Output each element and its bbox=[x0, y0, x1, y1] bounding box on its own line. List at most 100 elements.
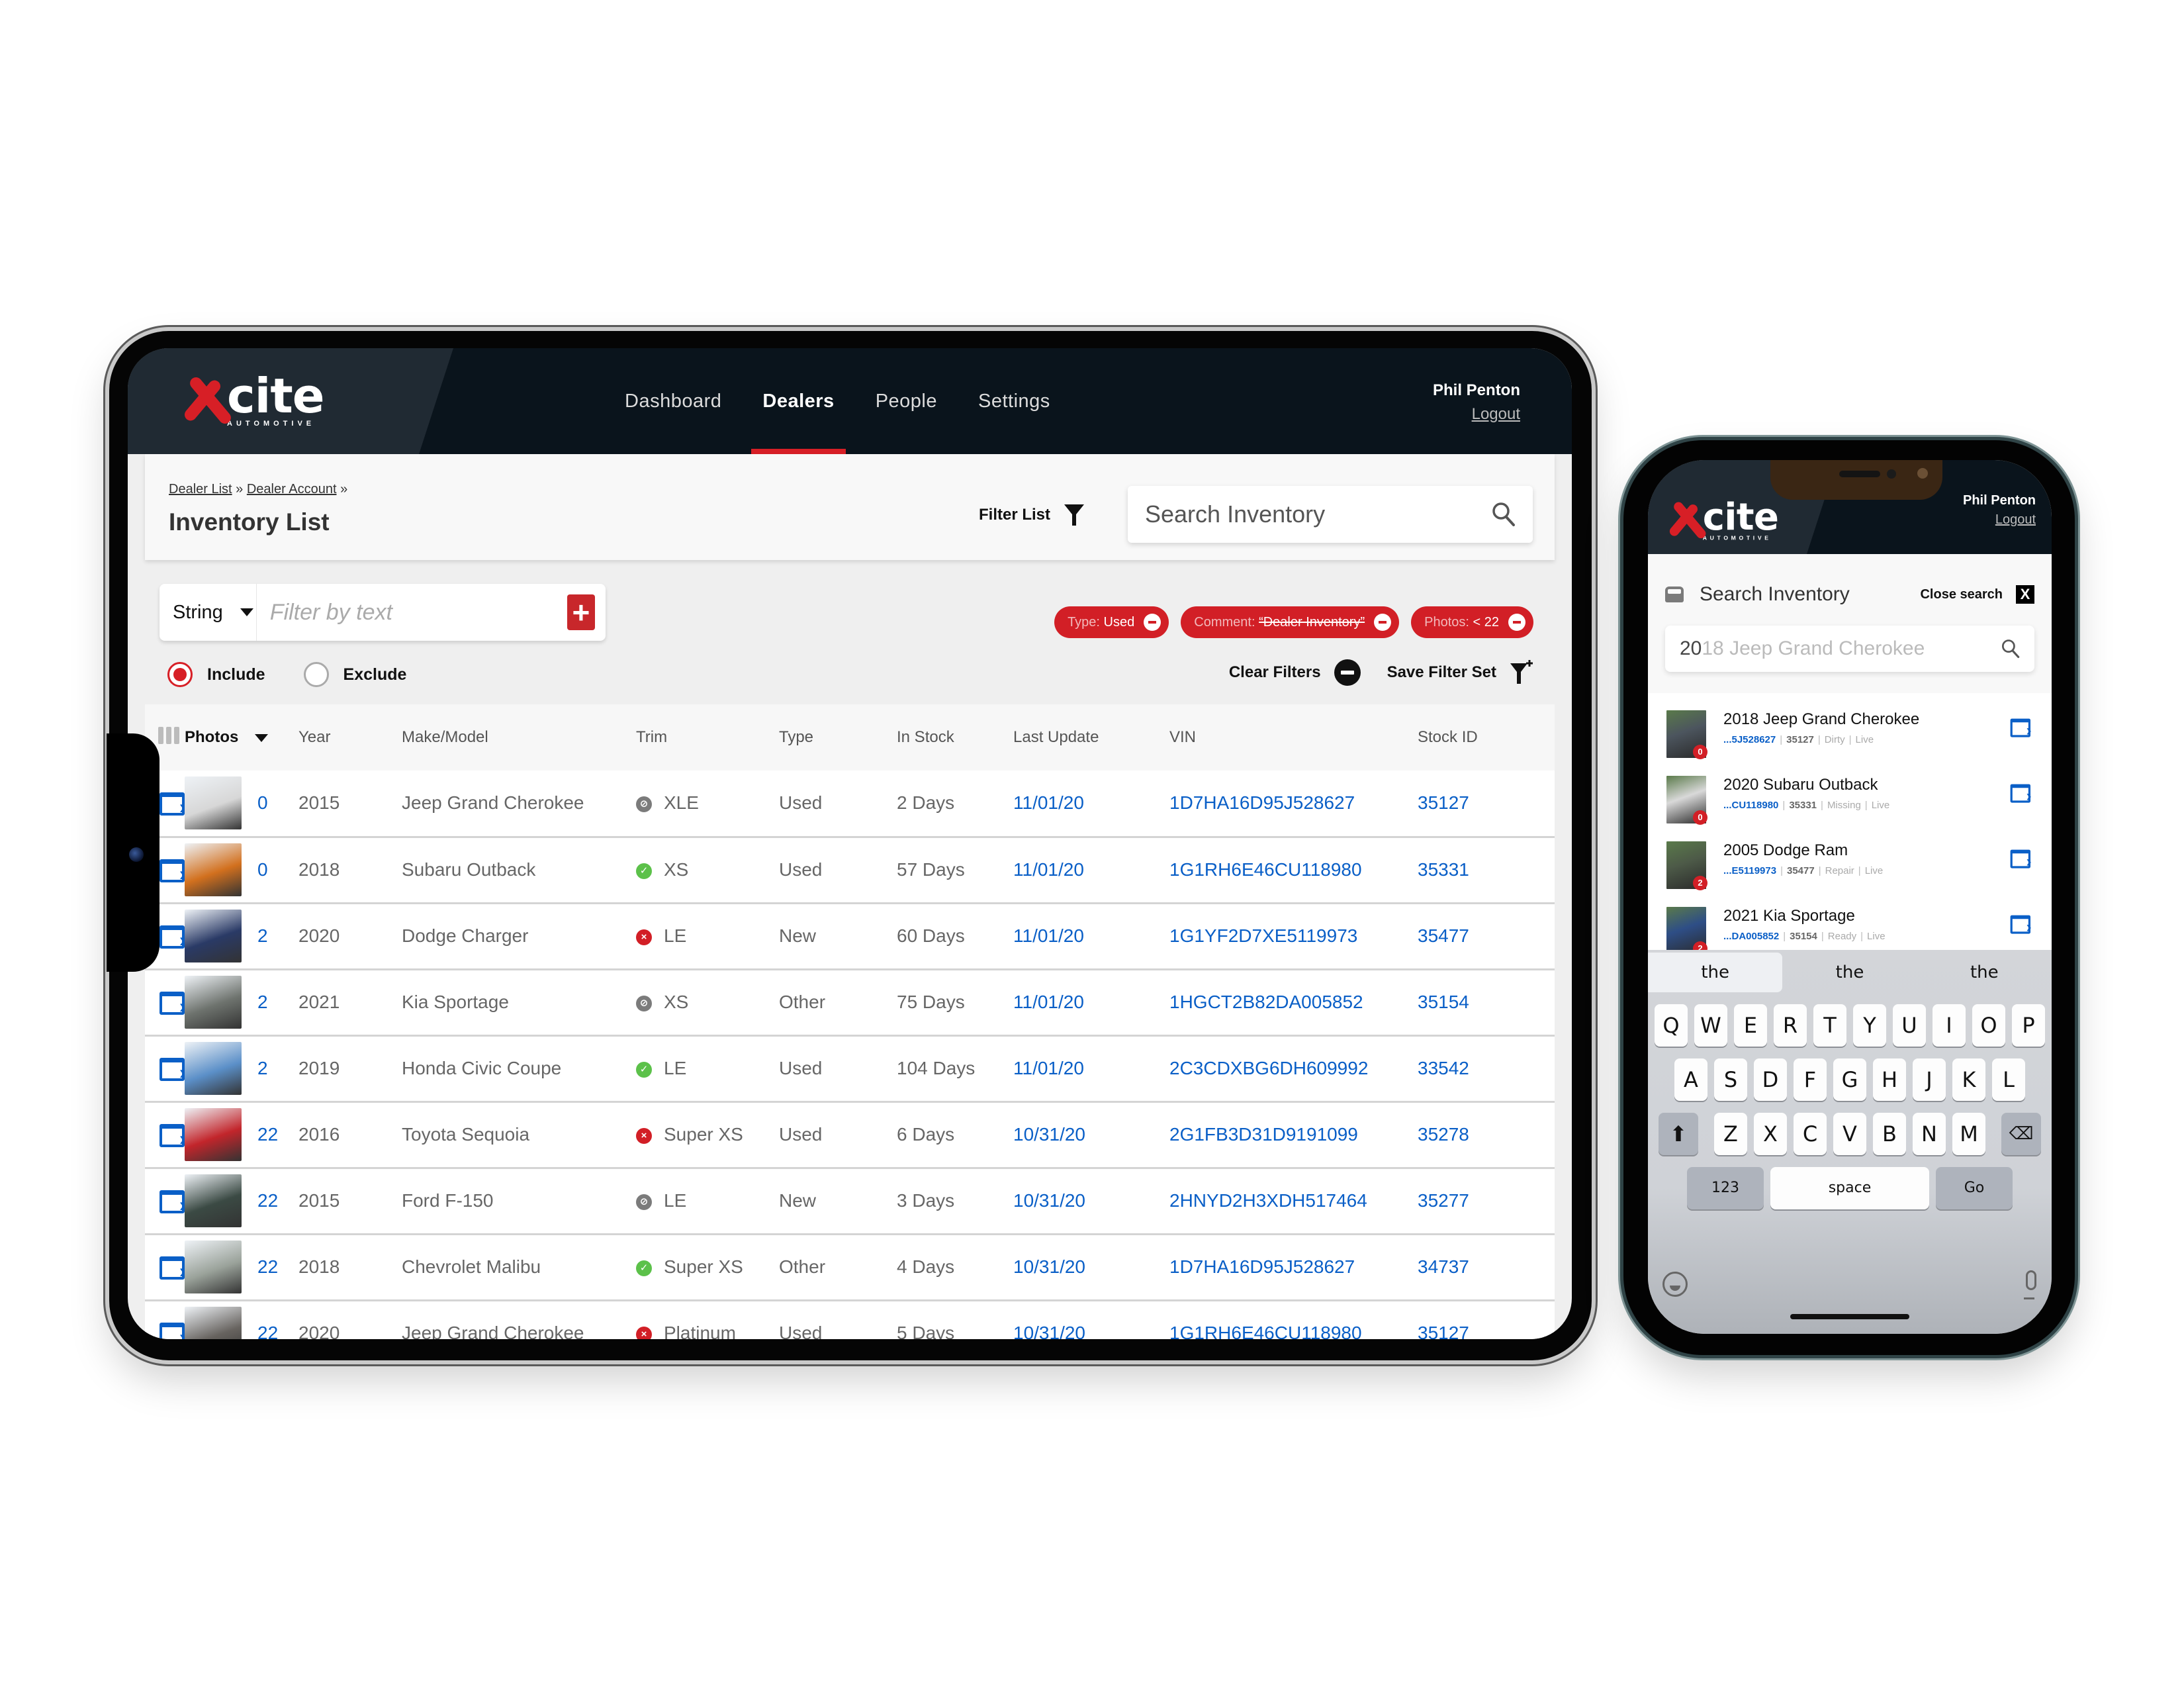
cell-stock-id[interactable]: 34737 bbox=[1418, 1234, 1555, 1300]
table-row[interactable]: 0 2015 Jeep Grand Cherokee ⊘XLE Used 2 D… bbox=[145, 771, 1555, 837]
cell-last-update[interactable]: 11/01/20 bbox=[1013, 969, 1169, 1035]
include-radio[interactable]: Include bbox=[167, 662, 265, 687]
photo-count[interactable]: 0 bbox=[257, 771, 298, 837]
cell-stock-id[interactable]: 35278 bbox=[1418, 1102, 1555, 1168]
key-l[interactable]: L bbox=[1992, 1058, 2025, 1101]
key-m[interactable]: M bbox=[1952, 1113, 1985, 1155]
cell-vin[interactable]: 1G1RH6E46CU118980 bbox=[1169, 837, 1418, 903]
key-s[interactable]: S bbox=[1714, 1058, 1747, 1101]
key-y[interactable]: Y bbox=[1853, 1004, 1886, 1047]
columns-toggle-icon[interactable] bbox=[158, 726, 179, 744]
photo-count[interactable]: 2 bbox=[257, 903, 298, 969]
cell-last-update[interactable]: 10/31/20 bbox=[1013, 1168, 1169, 1234]
key-g[interactable]: G bbox=[1833, 1058, 1866, 1101]
col-make-model[interactable]: Make/Model bbox=[402, 704, 636, 771]
nav-dealers[interactable]: Dealers bbox=[742, 348, 854, 454]
add-filter-button[interactable]: + bbox=[567, 594, 595, 630]
table-row[interactable]: 0 2018 Subaru Outback ✓XS Used 57 Days 1… bbox=[145, 837, 1555, 903]
cell-stock-id[interactable]: 35154 bbox=[1418, 969, 1555, 1035]
open-folder-icon[interactable] bbox=[158, 989, 185, 1018]
search-result-item[interactable]: 2 2005 Dodge Ram ...E5119973 | 35477 | Repai… bbox=[1666, 841, 2033, 894]
col-in-stock[interactable]: In Stock bbox=[897, 704, 1013, 771]
vehicle-thumbnail[interactable]: 0 bbox=[1666, 776, 1707, 825]
key-q[interactable]: Q bbox=[1655, 1004, 1688, 1047]
col-photos[interactable]: Photos bbox=[185, 704, 298, 771]
exclude-radio[interactable]: Exclude bbox=[303, 662, 406, 687]
cell-last-update[interactable]: 11/01/20 bbox=[1013, 837, 1169, 903]
open-folder-icon[interactable] bbox=[2009, 913, 2032, 937]
microphone-icon[interactable] bbox=[2024, 1270, 2036, 1299]
logout-link[interactable]: Logout bbox=[1963, 512, 2036, 528]
emoji-icon[interactable] bbox=[1662, 1272, 1688, 1297]
cell-vin[interactable]: 2G1FB3D31D9191099 bbox=[1169, 1102, 1418, 1168]
remove-chip-icon[interactable] bbox=[1508, 614, 1525, 631]
vehicle-thumbnail[interactable]: 2 bbox=[1666, 841, 1707, 890]
photo-count[interactable]: 22 bbox=[257, 1168, 298, 1234]
result-vin[interactable]: ...E5119973 bbox=[1723, 865, 1776, 876]
open-folder-icon[interactable] bbox=[2009, 782, 2032, 806]
vehicle-thumbnail[interactable] bbox=[185, 776, 242, 830]
nav-people[interactable]: People bbox=[855, 348, 958, 454]
table-row[interactable]: 2 2021 Kia Sportage ⊘XS Other 75 Days 11… bbox=[145, 969, 1555, 1035]
backspace-key[interactable]: ⌫ bbox=[2001, 1113, 2041, 1155]
logout-link[interactable]: Logout bbox=[1433, 405, 1520, 424]
key-v[interactable]: V bbox=[1833, 1113, 1866, 1155]
cell-vin[interactable]: 1D7HA16D95J528627 bbox=[1169, 1234, 1418, 1300]
suggestion[interactable]: the bbox=[1917, 953, 2052, 992]
key-b[interactable]: B bbox=[1873, 1113, 1906, 1155]
open-folder-icon[interactable] bbox=[2009, 847, 2032, 871]
nav-dashboard[interactable]: Dashboard bbox=[604, 348, 742, 454]
cell-vin[interactable]: 1G1RH6E46CU118980 bbox=[1169, 1300, 1418, 1339]
open-folder-icon[interactable] bbox=[158, 790, 185, 819]
table-row[interactable]: 22 2018 Chevrolet Malibu ✓Super XS Other… bbox=[145, 1234, 1555, 1300]
mobile-search-input[interactable]: 2018 Jeep Grand Cherokee bbox=[1665, 626, 2034, 672]
clear-filters-button[interactable]: Clear Filters bbox=[1229, 659, 1361, 686]
search-result-item[interactable]: 0 2020 Subaru Outback ...CU118980 | 35331 |… bbox=[1666, 776, 2033, 829]
key-i[interactable]: I bbox=[1933, 1004, 1966, 1047]
open-folder-icon[interactable] bbox=[2009, 716, 2032, 740]
filter-chip-comment[interactable]: Comment: “Dealer Inventory” bbox=[1181, 606, 1400, 638]
shift-key[interactable]: ⬆ bbox=[1659, 1113, 1698, 1155]
xcite-logo[interactable]: cite AUTOMOTIVE bbox=[182, 372, 325, 428]
key-c[interactable]: C bbox=[1794, 1113, 1827, 1155]
key-p[interactable]: P bbox=[2012, 1004, 2045, 1047]
save-filter-set-button[interactable]: Save Filter Set bbox=[1387, 660, 1533, 685]
key-f[interactable]: F bbox=[1794, 1058, 1827, 1101]
filter-text-input[interactable] bbox=[256, 599, 567, 626]
key-x[interactable]: X bbox=[1754, 1113, 1787, 1155]
key-r[interactable]: R bbox=[1774, 1004, 1807, 1047]
key-h[interactable]: H bbox=[1873, 1058, 1906, 1101]
space-key[interactable]: space bbox=[1770, 1167, 1929, 1209]
key-t[interactable]: T bbox=[1813, 1004, 1846, 1047]
vehicle-thumbnail[interactable] bbox=[185, 1307, 242, 1339]
photo-count[interactable]: 2 bbox=[257, 969, 298, 1035]
key-k[interactable]: K bbox=[1952, 1058, 1985, 1101]
cell-vin[interactable]: 1D7HA16D95J528627 bbox=[1169, 771, 1418, 837]
key-z[interactable]: Z bbox=[1714, 1113, 1747, 1155]
cell-last-update[interactable]: 10/31/20 bbox=[1013, 1300, 1169, 1339]
open-folder-icon[interactable] bbox=[158, 1121, 185, 1150]
vehicle-thumbnail[interactable] bbox=[185, 1174, 242, 1227]
open-folder-icon[interactable] bbox=[158, 1055, 185, 1084]
result-vin[interactable]: ...5J528627 bbox=[1723, 734, 1776, 745]
open-folder-icon[interactable] bbox=[158, 857, 185, 886]
cell-vin[interactable]: 1HGCT2B82DA005852 bbox=[1169, 969, 1418, 1035]
cell-stock-id[interactable]: 35477 bbox=[1418, 903, 1555, 969]
xcite-logo[interactable]: cite AUTOMOTIVE bbox=[1668, 498, 1779, 541]
open-folder-icon[interactable] bbox=[158, 1188, 185, 1217]
table-row[interactable]: 22 2015 Ford F-150 ⊘LE New 3 Days 10/31/… bbox=[145, 1168, 1555, 1234]
cell-last-update[interactable]: 10/31/20 bbox=[1013, 1102, 1169, 1168]
table-row[interactable]: 2 2019 Honda Civic Coupe ✓LE Used 104 Da… bbox=[145, 1035, 1555, 1102]
photo-count[interactable]: 22 bbox=[257, 1234, 298, 1300]
cell-last-update[interactable]: 11/01/20 bbox=[1013, 903, 1169, 969]
key-d[interactable]: D bbox=[1754, 1058, 1787, 1101]
col-vin[interactable]: VIN bbox=[1169, 704, 1418, 771]
open-folder-icon[interactable] bbox=[158, 1320, 185, 1339]
vehicle-thumbnail[interactable] bbox=[185, 910, 242, 962]
result-vin[interactable]: ...DA005852 bbox=[1723, 931, 1779, 942]
open-folder-icon[interactable] bbox=[158, 1254, 185, 1283]
photo-count[interactable]: 2 bbox=[257, 1035, 298, 1102]
go-key[interactable]: Go bbox=[1936, 1167, 2013, 1209]
search-result-item[interactable]: 0 2018 Jeep Grand Cherokee ...5J528627 | 3… bbox=[1666, 710, 2033, 763]
vehicle-thumbnail[interactable] bbox=[185, 1042, 242, 1095]
